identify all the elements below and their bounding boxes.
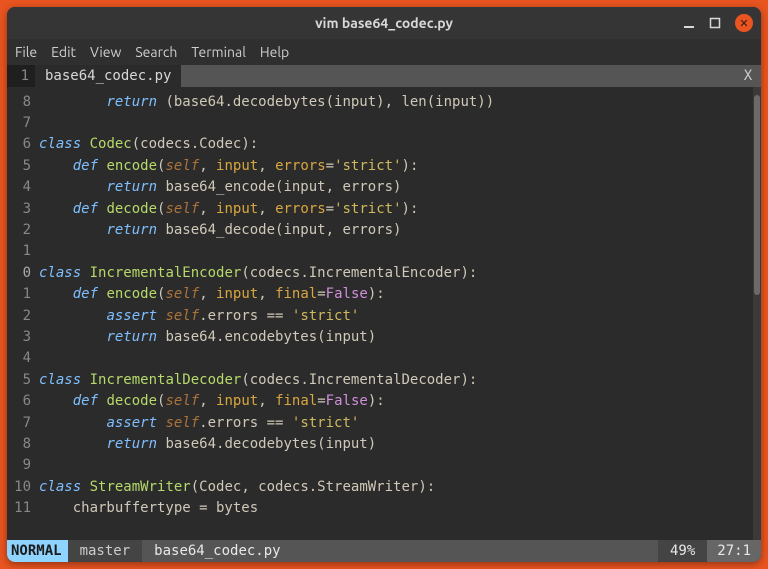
minimize-button[interactable] — [683, 17, 695, 29]
status-branch: master — [68, 540, 143, 562]
status-percent: 49% — [658, 540, 707, 562]
tab-close-button[interactable]: X — [735, 65, 761, 87]
code-text: return base64_encode(input, errors) — [39, 179, 401, 195]
status-filename: base64_codec.py — [142, 540, 658, 562]
line-number: 1 — [7, 243, 39, 259]
titlebar[interactable]: vim base64_codec.py ✕ — [7, 7, 761, 39]
maximize-icon — [709, 17, 721, 29]
code-line[interactable]: 1 — [7, 241, 751, 262]
tab-filename: base64_codec.py — [45, 68, 171, 84]
vim-tabline: 1 base64_codec.py X — [7, 65, 761, 87]
code-text: def decode(self, input, errors='strict')… — [39, 201, 418, 217]
line-number: 4 — [7, 350, 39, 366]
menu-view[interactable]: View — [90, 44, 121, 60]
tab-active[interactable]: base64_codec.py — [35, 65, 181, 87]
scroll-thumb[interactable] — [754, 95, 760, 295]
line-number: 3 — [7, 201, 39, 217]
line-number: 2 — [7, 308, 39, 324]
close-button[interactable]: ✕ — [735, 14, 753, 32]
code-line[interactable]: 9 — [7, 455, 751, 476]
code-line[interactable]: 5 def encode(self, input, errors='strict… — [7, 155, 751, 176]
status-mode: NORMAL — [7, 540, 68, 562]
line-number: 5 — [7, 372, 39, 388]
code-line[interactable]: 4 return base64_encode(input, errors) — [7, 177, 751, 198]
code-text: assert self.errors == 'strict' — [39, 308, 359, 324]
line-number: 2 — [7, 222, 39, 238]
code-line[interactable]: 7 assert self.errors == 'strict' — [7, 412, 751, 433]
code-line[interactable]: 2 assert self.errors == 'strict' — [7, 305, 751, 326]
tab-fill — [181, 65, 735, 87]
code-line[interactable]: 11 charbuffertype = bytes — [7, 497, 751, 518]
code-line[interactable]: 10class StreamWriter(Codec, codecs.Strea… — [7, 476, 751, 497]
menubar: File Edit View Search Terminal Help — [7, 39, 761, 65]
line-number: 8 — [7, 436, 39, 452]
code-text: return base64.decodebytes(input) — [39, 436, 376, 452]
code-text: return (base64.decodebytes(input), len(i… — [39, 94, 494, 110]
code-line[interactable]: 7 — [7, 112, 751, 133]
code-line[interactable]: 3 def decode(self, input, errors='strict… — [7, 198, 751, 219]
terminal-window: vim base64_codec.py ✕ File Edit View Sea… — [7, 7, 761, 562]
code-text: return base64.encodebytes(input) — [39, 329, 376, 345]
line-number: 6 — [7, 136, 39, 152]
menu-terminal[interactable]: Terminal — [191, 44, 246, 60]
code-text: def decode(self, input, final=False): — [39, 393, 385, 409]
editor-area[interactable]: 8 return (base64.decodebytes(input), len… — [7, 87, 761, 540]
minimize-icon — [683, 17, 695, 29]
menu-file[interactable]: File — [15, 44, 37, 60]
code-text: def encode(self, input, errors='strict')… — [39, 158, 418, 174]
line-number: 0 — [7, 265, 39, 281]
statusline: NORMAL master base64_codec.py 49% 27:1 — [7, 540, 761, 562]
code-text: class IncrementalEncoder(codecs.Incremen… — [39, 265, 477, 281]
line-number: 5 — [7, 158, 39, 174]
code-line[interactable]: 6class Codec(codecs.Codec): — [7, 134, 751, 155]
code-text: def encode(self, input, final=False): — [39, 286, 385, 302]
code-text: class IncrementalDecoder(codecs.Incremen… — [39, 372, 477, 388]
code-text: class StreamWriter(Codec, codecs.StreamW… — [39, 479, 435, 495]
close-icon: ✕ — [739, 17, 748, 30]
code-line[interactable]: 1 def encode(self, input, final=False): — [7, 284, 751, 305]
maximize-button[interactable] — [709, 17, 721, 29]
line-number: 8 — [7, 94, 39, 110]
code-line[interactable]: 4 — [7, 348, 751, 369]
status-position: 27:1 — [707, 540, 761, 562]
menu-help[interactable]: Help — [260, 44, 289, 60]
menu-edit[interactable]: Edit — [51, 44, 76, 60]
code-line[interactable]: 5class IncrementalDecoder(codecs.Increme… — [7, 369, 751, 390]
titlebar-controls: ✕ — [683, 14, 753, 32]
line-number: 7 — [7, 115, 39, 131]
line-number: 10 — [7, 479, 39, 495]
code-text: class Codec(codecs.Codec): — [39, 136, 258, 152]
code-area[interactable]: 8 return (base64.decodebytes(input), len… — [7, 87, 751, 540]
code-text: assert self.errors == 'strict' — [39, 415, 359, 431]
code-line[interactable]: 0class IncrementalEncoder(codecs.Increme… — [7, 262, 751, 283]
code-text: return base64_decode(input, errors) — [39, 222, 401, 238]
window-title: vim base64_codec.py — [315, 15, 453, 31]
scrollbar[interactable] — [753, 87, 761, 540]
line-number: 4 — [7, 179, 39, 195]
line-number: 7 — [7, 415, 39, 431]
line-number: 1 — [7, 286, 39, 302]
menu-search[interactable]: Search — [135, 44, 177, 60]
code-text: charbuffertype = bytes — [39, 500, 258, 516]
line-number: 6 — [7, 393, 39, 409]
code-line[interactable]: 3 return base64.encodebytes(input) — [7, 326, 751, 347]
line-number: 9 — [7, 457, 39, 473]
code-line[interactable]: 8 return (base64.decodebytes(input), len… — [7, 91, 751, 112]
tab-index: 1 — [7, 65, 35, 87]
code-line[interactable]: 2 return base64_decode(input, errors) — [7, 219, 751, 240]
line-number: 11 — [7, 500, 39, 516]
code-line[interactable]: 6 def decode(self, input, final=False): — [7, 390, 751, 411]
code-line[interactable]: 8 return base64.decodebytes(input) — [7, 433, 751, 454]
line-number: 3 — [7, 329, 39, 345]
